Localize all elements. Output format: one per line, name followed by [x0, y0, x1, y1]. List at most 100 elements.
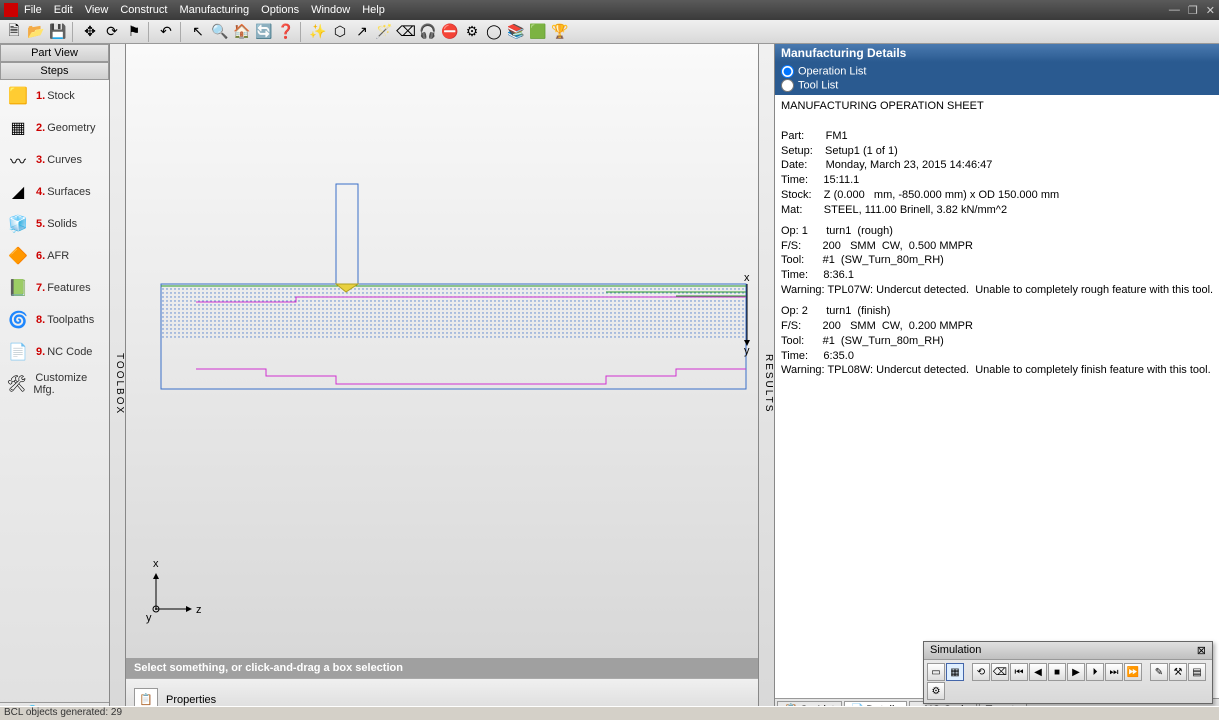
wand-icon[interactable]: 🪄 [374, 22, 394, 42]
refresh-icon[interactable]: 🔄 [254, 22, 274, 42]
sim-pencil-icon[interactable]: ✎ [1150, 663, 1168, 681]
step-item-surfaces[interactable]: ◢4.Surfaces [0, 176, 109, 208]
part-drawing: x y x z y [126, 44, 758, 644]
detail-line: Warning: TPL07W: Undercut detected. Unab… [781, 283, 1213, 298]
headset-icon[interactable]: 🎧 [418, 22, 438, 42]
results-rail[interactable]: RESULTS [758, 44, 774, 720]
step-label: 3.Curves [36, 154, 82, 166]
simulation-panel[interactable]: Simulation ⊠ ▭ ▦ ⟲ ⌫ ⏮ ◀ ■ ▶ ⏵ ⏭ ⏩ ✎ ⚒ ▤… [923, 641, 1213, 704]
menu-help[interactable]: Help [362, 4, 385, 16]
menu-view[interactable]: View [85, 4, 109, 16]
flag-icon[interactable]: ⚑ [124, 22, 144, 42]
step-icon: ◢ [6, 180, 30, 204]
home-icon[interactable]: 🏠 [232, 22, 252, 42]
circle-icon[interactable]: ◯ [484, 22, 504, 42]
pointer-icon[interactable]: ↖ [188, 22, 208, 42]
sim-rewind-icon[interactable]: ⟲ [972, 663, 990, 681]
app-logo [4, 3, 18, 17]
detail-line: Op: 2 turn1 (finish) [781, 304, 1213, 319]
properties-label: Properties [166, 694, 216, 706]
menu-options[interactable]: Options [261, 4, 299, 16]
steps-sidebar: Part View Steps 🟨 1.Stock ▦2.Geometry〰3.Cu… [0, 44, 110, 720]
trophy-icon[interactable]: 🏆 [550, 22, 570, 42]
sim-layer-icon[interactable]: ▤ [1188, 663, 1206, 681]
open-icon[interactable]: 📂 [26, 22, 46, 42]
status-bar: BCL objects generated: 29 [0, 706, 1219, 720]
sim-play-icon[interactable]: ▶ [1067, 663, 1085, 681]
sim-step-fwd-icon[interactable]: ⏵ [1086, 663, 1104, 681]
eraser-icon[interactable]: ⌫ [396, 22, 416, 42]
detail-line: Time: 8:36.1 [781, 268, 1213, 283]
simulation-close-icon[interactable]: ⊠ [1197, 644, 1206, 657]
step-label: 5.Solids [36, 218, 77, 230]
step-icon: 📗 [6, 276, 30, 300]
sim-step-back-icon[interactable]: ◀ [1029, 663, 1047, 681]
step-label: 6.AFR [36, 250, 69, 262]
menu-construct[interactable]: Construct [120, 4, 167, 16]
part-view-tab[interactable]: Part View [0, 44, 109, 62]
move-icon[interactable]: ✥ [80, 22, 100, 42]
minimize-button[interactable]: — [1169, 4, 1180, 17]
step-label: 9.NC Code [36, 346, 92, 358]
stack-icon[interactable]: 📚 [506, 22, 526, 42]
toolbox-rail[interactable]: TOOLBOX [110, 44, 126, 720]
block-icon[interactable]: ⛔ [440, 22, 460, 42]
rotate-icon[interactable]: ⟳ [102, 22, 122, 42]
sim-settings-icon[interactable]: ⚙ [927, 682, 945, 700]
save-icon[interactable]: 💾 [48, 22, 68, 42]
gear-icon[interactable]: ⚙ [462, 22, 482, 42]
sim-erase-icon[interactable]: ⌫ [991, 663, 1009, 681]
svg-text:x: x [153, 558, 159, 570]
sim-tool-icon[interactable]: ⚒ [1169, 663, 1187, 681]
step-item-customize-mfg-[interactable]: 🛠Customize Mfg. [0, 368, 109, 400]
detail-line: F/S: 200 SMM CW, 0.200 MMPR [781, 319, 1213, 334]
menu-file[interactable]: File [24, 4, 42, 16]
spark-icon[interactable]: ✨ [308, 22, 328, 42]
sim-skip-end-icon[interactable]: ⏭ [1105, 663, 1123, 681]
menu-edit[interactable]: Edit [54, 4, 73, 16]
detail-line: Time: 15:11.1 [781, 173, 1213, 188]
manufacturing-details-panel: Manufacturing Details Operation List Too… [774, 44, 1219, 720]
undo-icon[interactable]: ↶ [156, 22, 176, 42]
step-icon: 🛠 [6, 372, 27, 396]
step-item-nc-code[interactable]: 📄9.NC Code [0, 336, 109, 368]
step-icon: 🟨 [6, 84, 30, 108]
zoom-icon[interactable]: 🔍 [210, 22, 230, 42]
sim-mode3d-icon[interactable]: ▦ [946, 663, 964, 681]
detail-line: Mat: STEEL, 111.00 Brinell, 3.82 kN/mm^2 [781, 203, 1213, 218]
menu-manufacturing[interactable]: Manufacturing [179, 4, 249, 16]
detail-line: Time: 6:35.0 [781, 349, 1213, 364]
step-item-stock[interactable]: 🟨 1.Stock [0, 80, 109, 112]
step-label: 1.Stock [36, 90, 75, 102]
sim-mode2d-icon[interactable]: ▭ [927, 663, 945, 681]
step-icon: 🔶 [6, 244, 30, 268]
detail-line: Stock: Z (0.000 mm, -850.000 mm) x OD 15… [781, 188, 1213, 203]
sim-stop-icon[interactable]: ■ [1048, 663, 1066, 681]
details-body: MANUFACTURING OPERATION SHEET Part: FM1S… [775, 95, 1219, 698]
radio-tool-list[interactable]: Tool List [781, 79, 1213, 92]
step-item-curves[interactable]: 〰3.Curves [0, 144, 109, 176]
step-item-afr[interactable]: 🔶 6.AFR [0, 240, 109, 272]
sim-skip-start-icon[interactable]: ⏮ [1010, 663, 1028, 681]
step-label: Customize Mfg. [33, 372, 103, 396]
step-item-geometry[interactable]: ▦2.Geometry [0, 112, 109, 144]
close-button[interactable]: ✕ [1206, 4, 1215, 17]
step-item-features[interactable]: 📗7.Features [0, 272, 109, 304]
steps-header: Steps [0, 62, 109, 80]
radio-operation-list[interactable]: Operation List [781, 65, 1213, 78]
tool2-icon[interactable]: ↗ [352, 22, 372, 42]
step-item-solids[interactable]: 🧊5.Solids [0, 208, 109, 240]
titlebar: File Edit View Construct Manufacturing O… [0, 0, 1219, 20]
step-item-toolpaths[interactable]: 🌀8.Toolpaths [0, 304, 109, 336]
svg-text:z: z [196, 604, 202, 616]
menu-window[interactable]: Window [311, 4, 350, 16]
maximize-button[interactable]: ❐ [1188, 4, 1198, 17]
new-icon[interactable]: 🗎 [4, 22, 24, 42]
detail-line: Tool: #1 (SW_Turn_80m_RH) [781, 334, 1213, 349]
tool1-icon[interactable]: ⬡ [330, 22, 350, 42]
x-marker: x [744, 272, 750, 284]
cube-icon[interactable]: 🟩 [528, 22, 548, 42]
sim-fast-icon[interactable]: ⏩ [1124, 663, 1142, 681]
viewport[interactable]: x y x z y [126, 44, 758, 658]
help-icon[interactable]: ❓ [276, 22, 296, 42]
